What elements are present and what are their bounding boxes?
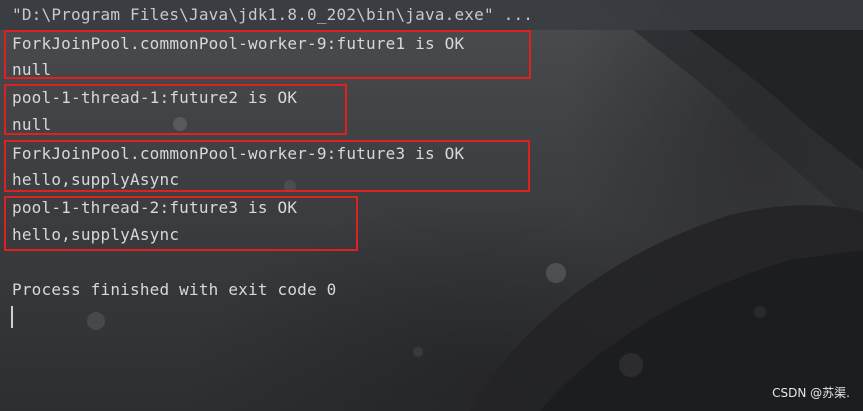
output-line: ForkJoinPool.commonPool-worker-9:future3… [12,144,465,163]
output-line: ForkJoinPool.commonPool-worker-9:future1… [12,34,465,53]
output-line: hello,supplyAsync [12,170,180,189]
text-caret[interactable] [11,306,13,328]
output-line: null [12,60,52,79]
output-line: pool-1-thread-1:future2 is OK [12,88,298,107]
process-exit-line: Process finished with exit code 0 [12,280,337,299]
output-line: null [12,115,52,134]
command-line-text: "D:\Program Files\Java\jdk1.8.0_202\bin\… [12,5,534,24]
run-console: "D:\Program Files\Java\jdk1.8.0_202\bin\… [0,0,863,411]
csdn-watermark: CSDN @苏渠. [772,386,850,400]
output-line: hello,supplyAsync [12,225,180,244]
output-line: pool-1-thread-2:future3 is OK [12,198,298,217]
